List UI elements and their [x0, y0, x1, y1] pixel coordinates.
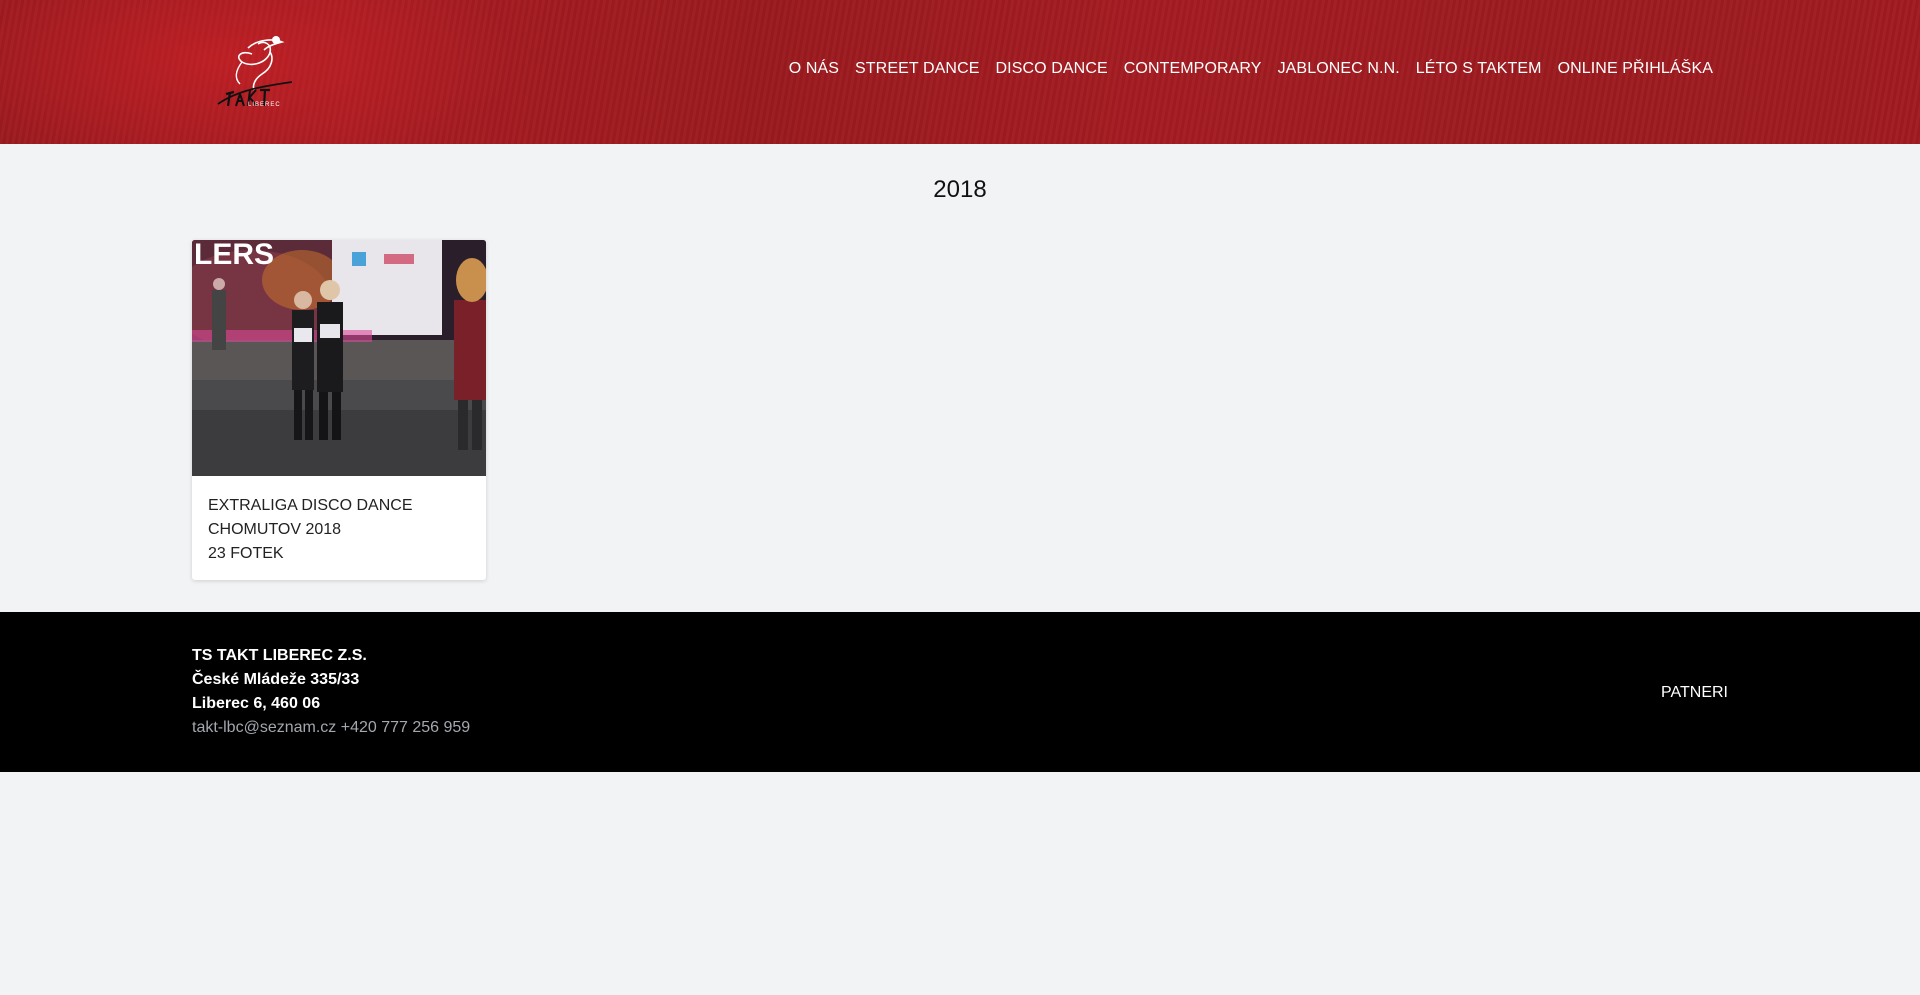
site-header: LIBEREC O NÁS STREET DANCE DISCO DANCE C…: [0, 0, 1920, 144]
nav-item-disco-dance[interactable]: DISCO DANCE: [996, 60, 1108, 78]
album-photo-count: 23 FOTEK: [208, 545, 284, 562]
nav-item-jablonec[interactable]: JABLONEC N.N.: [1278, 60, 1400, 78]
footer-contact: takt-lbc@seznam.cz +420 777 256 959: [192, 716, 470, 740]
footer-org-name: TS TAKT LIBEREC Z.S.: [192, 647, 367, 664]
site-footer: TS TAKT LIBEREC Z.S. České Mládeže 335/3…: [0, 612, 1920, 772]
main-nav: O NÁS STREET DANCE DISCO DANCE CONTEMPOR…: [789, 60, 1713, 78]
partners-link[interactable]: PATNERI: [1661, 684, 1728, 702]
nav-item-street-dance[interactable]: STREET DANCE: [855, 60, 979, 78]
nav-item-o-nas[interactable]: O NÁS: [789, 60, 839, 78]
logo-subtext: LIBEREC: [248, 102, 281, 108]
footer-address: TS TAKT LIBEREC Z.S. České Mládeže 335/3…: [192, 644, 470, 740]
nav-item-leto-s-taktem[interactable]: LÉTO S TAKTEM: [1416, 60, 1542, 78]
footer-city: Liberec 6, 460 06: [192, 695, 321, 712]
page-title: 2018: [933, 176, 987, 203]
footer-phone-link[interactable]: +420 777 256 959: [341, 719, 470, 736]
footer-email-link[interactable]: takt-lbc@seznam.cz: [192, 719, 336, 736]
nav-item-contemporary[interactable]: CONTEMPORARY: [1124, 60, 1262, 78]
album-thumbnail[interactable]: LERS: [192, 240, 486, 476]
nav-item-online-prihlaska[interactable]: ONLINE PŘIHLÁŠKA: [1558, 60, 1713, 78]
photo-banner-text: LERS: [194, 240, 274, 271]
footer-street: České Mládeže 335/33: [192, 671, 360, 688]
album-info: EXTRALIGA DISCO DANCE CHOMUTOV 2018 23 F…: [192, 476, 486, 566]
album-title-line2[interactable]: CHOMUTOV 2018: [208, 518, 470, 542]
album-card[interactable]: LERS EXTRALIGA DISCO DANCE CHOMUTOV 2018…: [192, 240, 486, 580]
takt-dancer-logo-icon[interactable]: LIBEREC: [212, 28, 298, 114]
album-title-line1[interactable]: EXTRALIGA DISCO DANCE: [208, 494, 470, 518]
